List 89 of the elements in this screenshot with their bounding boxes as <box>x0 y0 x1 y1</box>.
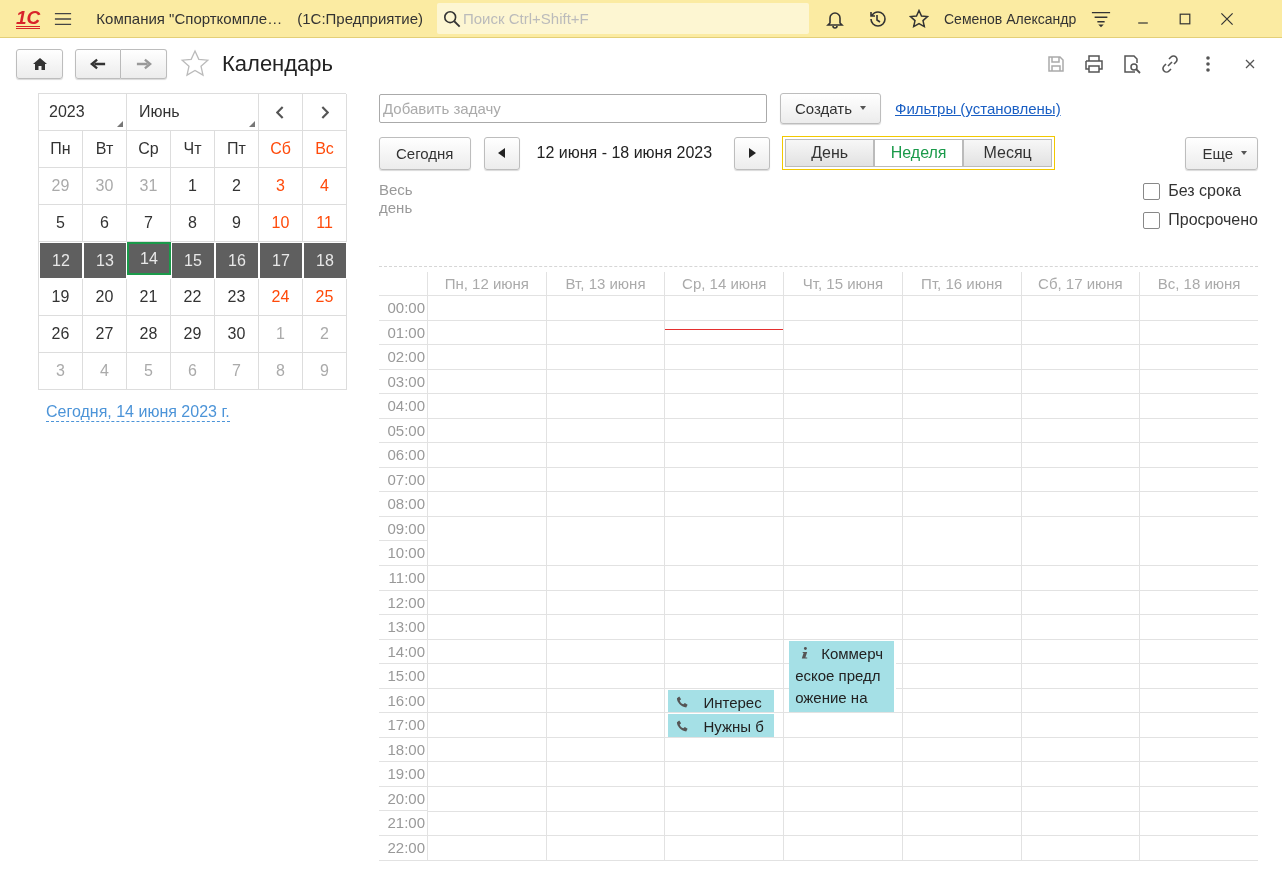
weekday-label: Пт <box>215 131 259 168</box>
more-button[interactable]: Еще <box>1185 136 1258 170</box>
favorite-star-icon[interactable] <box>180 49 210 79</box>
product-name: (1С:Предприятие) <box>297 10 423 27</box>
dropdown-corner-icon <box>117 121 123 127</box>
preview-icon[interactable] <box>1122 54 1142 74</box>
year-dropdown[interactable]: 2023 <box>39 94 127 131</box>
home-button[interactable] <box>16 49 63 79</box>
day-column-header: Пт, 16 июня <box>901 272 1021 295</box>
star-icon[interactable] <box>909 8 929 29</box>
event-card[interactable]: Нужны б <box>668 714 777 737</box>
form-title: Календарь <box>222 51 334 77</box>
calendar-day[interactable]: 17 <box>259 242 303 279</box>
app-title: Компания "Спорткомпле… <box>96 10 283 27</box>
dropdown-caret-icon <box>860 106 866 110</box>
event-card[interactable]: Интерес <box>668 689 777 713</box>
period-label: 12 июня - 18 июня 2023 <box>536 144 713 162</box>
calendar-day[interactable]: 19 <box>39 279 83 316</box>
user-name[interactable]: Семенов Александр <box>944 10 1077 27</box>
create-button[interactable]: Создать <box>780 92 881 124</box>
left-triangle-icon <box>497 148 506 158</box>
calendar-day[interactable]: 1 <box>171 168 215 205</box>
weekday-label: Пн <box>39 131 83 168</box>
all-day-label: Весь день <box>379 181 414 218</box>
month-dropdown[interactable]: Июнь <box>127 94 259 131</box>
view-tab[interactable]: Месяц <box>963 139 1053 167</box>
today-date-link[interactable]: Сегодня, 14 июня 2023 г. <box>46 403 230 422</box>
dropdown-corner-icon <box>249 121 255 127</box>
calendar-day[interactable]: 18 <box>303 242 347 279</box>
day-column-header: Чт, 15 июня <box>783 272 902 295</box>
chevron-left-icon <box>276 105 285 119</box>
checkbox-label: Без срока <box>1168 182 1242 200</box>
calendar-day[interactable]: 26 <box>39 316 83 353</box>
calendar-day[interactable]: 24 <box>259 279 303 316</box>
weekday-label: Вс <box>303 131 347 168</box>
calendar-day[interactable]: 16 <box>215 242 259 279</box>
weekday-label: Чт <box>171 131 215 168</box>
weekday-label: Вт <box>83 131 127 168</box>
checkbox[interactable] <box>1143 182 1161 200</box>
day-column-header: Вт, 13 июня <box>545 272 665 295</box>
day-column-header: Ср, 14 июня <box>664 272 784 295</box>
history-icon[interactable] <box>867 8 887 29</box>
calendar-day[interactable]: 21 <box>127 279 171 316</box>
phone-icon <box>676 694 690 709</box>
calendar-day[interactable]: 27 <box>83 316 127 353</box>
back-arrow-icon <box>90 56 106 72</box>
calendar-day[interactable]: 28 <box>127 316 171 353</box>
day-column-header: Пн, 12 июня <box>427 272 546 295</box>
calendar-day[interactable]: 23 <box>215 279 259 316</box>
weekday-label: Сб <box>259 131 303 168</box>
calendar-day[interactable]: 2 <box>215 168 259 205</box>
checkbox-label: Просрочено <box>1168 211 1258 229</box>
close-icon[interactable] <box>1219 10 1236 27</box>
right-triangle-icon <box>748 148 757 158</box>
calendar-day[interactable]: 22 <box>171 279 215 316</box>
forward-arrow-icon <box>135 56 152 72</box>
today-button[interactable]: Сегодня <box>379 136 471 170</box>
calendar-day[interactable]: 15 <box>171 242 215 279</box>
calendar-day[interactable]: 12 <box>39 242 83 279</box>
calendar-day[interactable]: 4 <box>303 168 347 205</box>
print-icon[interactable] <box>1084 54 1104 74</box>
add-task-field[interactable]: Добавить задачу <box>379 93 767 123</box>
day-column-header: Сб, 17 июня <box>1020 272 1140 295</box>
phone-icon <box>676 719 690 734</box>
view-tab[interactable]: Неделя <box>874 139 964 167</box>
calendar-day[interactable]: 25 <box>303 279 347 316</box>
info-icon <box>800 645 810 660</box>
filters-link[interactable]: Фильтры (установлены) <box>895 99 1061 117</box>
app-logo[interactable]: 1С <box>16 8 41 29</box>
dropdown-caret-icon <box>1241 151 1247 155</box>
event-card[interactable]: Коммерческое предложение на <box>789 640 896 713</box>
day-column-header: Вс, 18 июня <box>1139 272 1258 295</box>
next-period-button[interactable] <box>734 136 771 170</box>
back-button[interactable] <box>75 49 121 79</box>
home-icon <box>31 56 48 72</box>
calendar-day[interactable]: 13 <box>83 242 127 279</box>
search-field[interactable]: Поиск Ctrl+Shift+F <box>437 3 809 34</box>
search-icon <box>443 10 461 28</box>
previous-period-button[interactable] <box>483 136 520 170</box>
link-icon[interactable] <box>1160 54 1180 74</box>
view-tab[interactable]: День <box>785 139 875 167</box>
weekday-label: Ср <box>127 131 171 168</box>
checkbox[interactable] <box>1143 211 1161 229</box>
calendar-day[interactable]: 14 <box>127 242 171 275</box>
calendar-day[interactable]: 3 <box>259 168 303 205</box>
chevron-right-icon <box>320 105 329 119</box>
calendar-day[interactable]: 30 <box>215 316 259 353</box>
calendar-day[interactable]: 29 <box>171 316 215 353</box>
calendar-day[interactable]: 20 <box>83 279 127 316</box>
